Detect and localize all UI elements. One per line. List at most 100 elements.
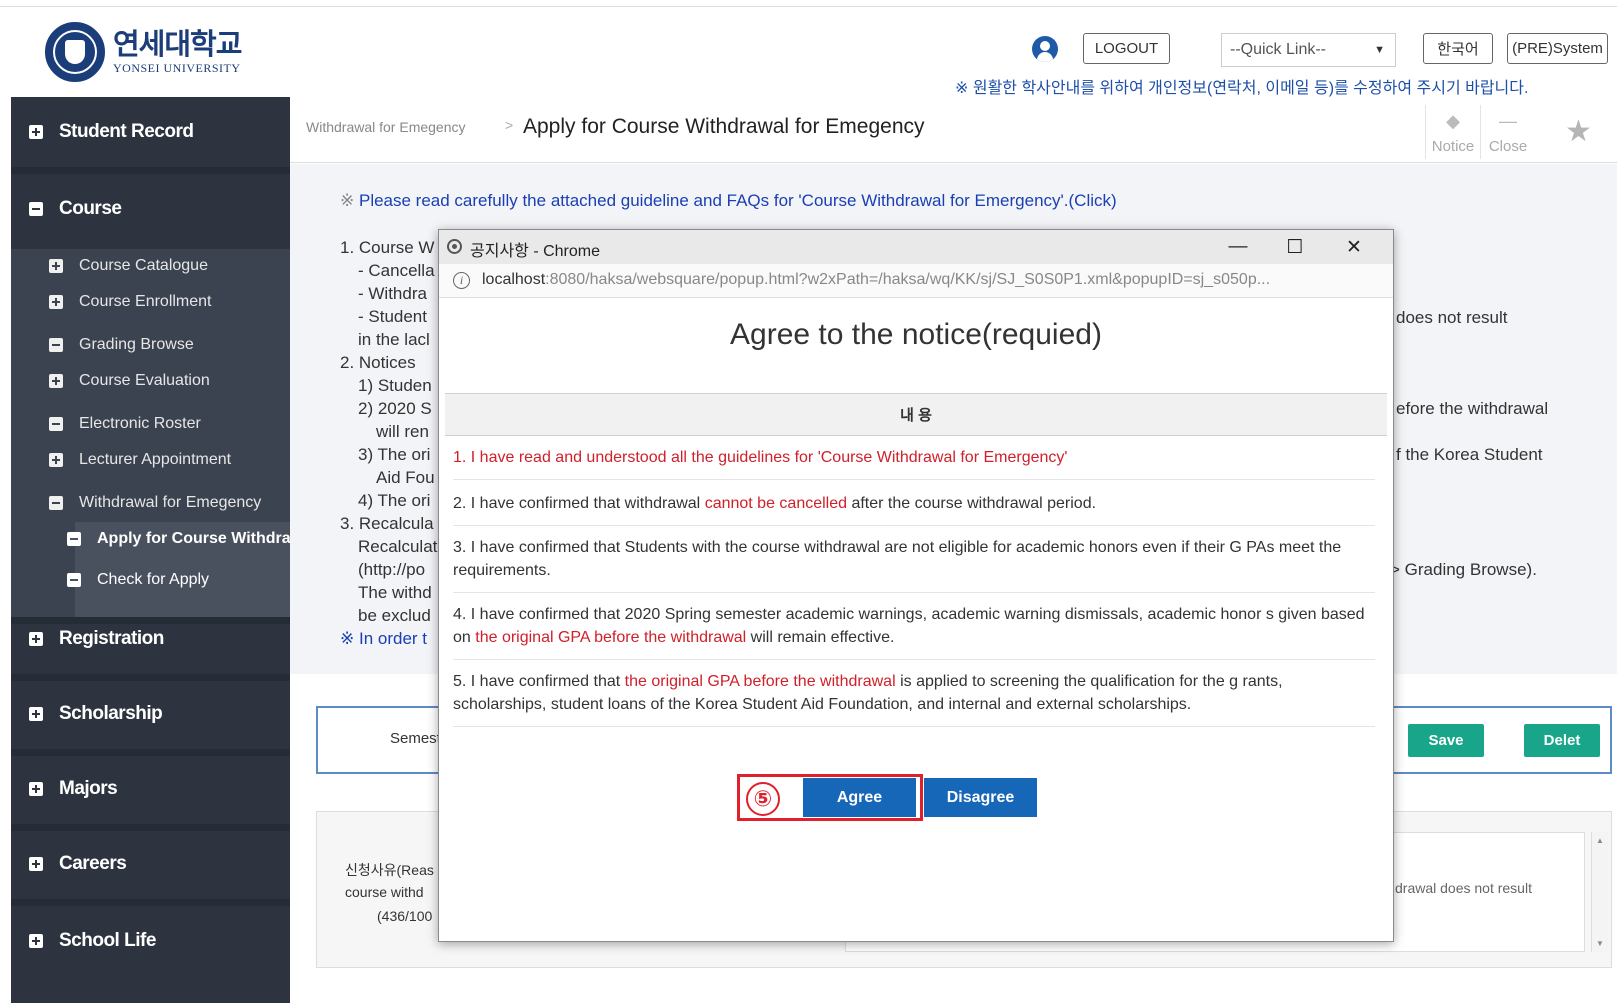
- chevron-down-icon: ▼: [1374, 44, 1385, 56]
- sidebar-item-electronic-roster[interactable]: Electronic Roster: [49, 409, 201, 439]
- close-tool-button[interactable]: — Close: [1480, 105, 1535, 159]
- popup-url-bar[interactable]: i localhost:8080/haksa/websquare/popup.h…: [439, 264, 1393, 298]
- sidebar-item-registration[interactable]: Registration: [11, 604, 290, 674]
- header-notice: ※ 원활한 학사안내를 위하여 개인정보(연락처, 이메일 등)를 수정하여 주…: [955, 80, 1529, 97]
- chrome-icon: [447, 239, 462, 254]
- sidebar-divider: [11, 167, 290, 174]
- sidebar: Student Record Course Course Catalogue C…: [11, 97, 290, 1003]
- sidebar-item-check-for-apply[interactable]: Check for Apply: [67, 565, 290, 595]
- close-tool-label: Close: [1488, 138, 1528, 155]
- popup-titlebar[interactable]: 공지사항 - Chrome — ☐ ✕: [439, 230, 1393, 264]
- university-seal-icon: [45, 22, 105, 82]
- sidebar-item-label: Majors: [59, 778, 118, 799]
- sidebar-item-label: Course: [59, 198, 122, 219]
- guideline-text: Please read carefully the attached guide…: [358, 191, 1117, 210]
- agreement-text: will remain effective.: [746, 629, 895, 646]
- collapse-icon: [49, 496, 63, 510]
- minimize-icon[interactable]: —: [1214, 232, 1262, 262]
- logo-english: YONSEI UNIVERSITY: [113, 60, 241, 75]
- agreement-item-1: 1. I have read and understood all the gu…: [453, 446, 1375, 480]
- bg-line: - Cancella: [358, 261, 435, 280]
- expand-icon: [49, 374, 63, 388]
- sidebar-item-course[interactable]: Course: [11, 174, 290, 244]
- sidebar-item-course-evaluation[interactable]: Course Evaluation: [49, 366, 210, 396]
- bg-line: in the lacl: [358, 330, 430, 349]
- sidebar-item-course-catalogue[interactable]: Course Catalogue: [49, 251, 208, 281]
- sidebar-item-label: Course Enrollment: [79, 293, 212, 310]
- bg-line: The withd: [358, 583, 432, 602]
- favorite-star-icon[interactable]: ★: [1565, 114, 1592, 149]
- minus-icon: —: [1499, 111, 1517, 131]
- agreement-highlight: the original GPA before the withdrawal: [624, 673, 896, 690]
- bg-line: 4) The ori: [358, 491, 431, 510]
- disagree-button[interactable]: Disagree: [924, 778, 1037, 817]
- sidebar-item-apply-withdrawal[interactable]: Apply for Course Withdrawal: [67, 524, 290, 554]
- sidebar-item-careers[interactable]: Careers: [11, 829, 290, 899]
- quick-link-select[interactable]: --Quick Link-- ▼: [1221, 33, 1396, 67]
- collapse-icon: [49, 338, 63, 352]
- reason-scrollbar[interactable]: ▲ ▼: [1591, 832, 1608, 952]
- expand-icon: [29, 125, 43, 139]
- collapse-icon: [67, 532, 81, 546]
- sidebar-item-school-life[interactable]: School Life: [11, 906, 290, 976]
- sidebar-item-grading-browse[interactable]: Grading Browse: [49, 330, 194, 360]
- guideline-link[interactable]: ※ Please read carefully the attached gui…: [340, 191, 1117, 211]
- close-icon[interactable]: ✕: [1330, 232, 1378, 262]
- sidebar-item-label: Lecturer Appointment: [79, 451, 232, 468]
- megaphone-icon: ◆: [1446, 111, 1460, 131]
- collapse-icon: [49, 417, 63, 431]
- page: 연세대학교 YONSEI UNIVERSITY LOGOUT --Quick L…: [0, 0, 1617, 1003]
- agreement-text: 5. I have confirmed that: [453, 673, 625, 690]
- breadcrumb-parent[interactable]: Withdrawal for Emegency: [306, 119, 466, 135]
- sidebar-item-label: Registration: [59, 628, 164, 649]
- page-title: Apply for Course Withdrawal for Emegency: [523, 115, 925, 138]
- agreement-item-2: 2. I have confirmed that withdrawal cann…: [453, 492, 1375, 526]
- sidebar-item-label: Scholarship: [59, 703, 163, 724]
- sidebar-item-course-enrollment[interactable]: Course Enrollment: [49, 287, 212, 317]
- logout-button[interactable]: LOGOUT: [1083, 33, 1170, 64]
- expand-icon: [49, 259, 63, 273]
- reason-label: course withd: [345, 884, 424, 900]
- save-button[interactable]: Save: [1408, 724, 1484, 757]
- sidebar-item-majors[interactable]: Majors: [11, 754, 290, 824]
- expand-icon: [29, 782, 43, 796]
- top-divider: [0, 6, 1617, 7]
- bg-line: Aid Fou: [376, 468, 435, 487]
- sidebar-item-withdrawal-for-emegency[interactable]: Withdrawal for Emegency: [49, 488, 261, 518]
- bg-note-link[interactable]: ※ In order t: [340, 629, 427, 649]
- note-mark: ※: [340, 191, 355, 210]
- maximize-icon[interactable]: ☐: [1271, 232, 1319, 262]
- language-button[interactable]: 한국어: [1423, 33, 1493, 64]
- agree-button[interactable]: Agree: [803, 778, 916, 817]
- scroll-up-icon[interactable]: ▲: [1596, 836, 1604, 845]
- agreement-highlight: the original GPA before the withdrawal: [475, 629, 747, 646]
- yonsei-logo[interactable]: 연세대학교 YONSEI UNIVERSITY: [45, 22, 242, 82]
- sidebar-item-scholarship[interactable]: Scholarship: [11, 679, 290, 749]
- step-badge: ⑤: [746, 782, 780, 816]
- agreement-item-3: 3. I have confirmed that Students with t…: [453, 536, 1375, 593]
- info-icon[interactable]: i: [453, 272, 470, 289]
- popup-window-title: 공지사항 - Chrome: [470, 243, 601, 260]
- expand-icon: [49, 295, 63, 309]
- sidebar-item-label: Apply for Course Withdrawal: [97, 530, 290, 547]
- sidebar-item-label: Withdrawal for Emegency: [79, 494, 262, 511]
- user-icon[interactable]: [1032, 36, 1058, 62]
- system-button[interactable]: (PRE)System: [1507, 33, 1608, 64]
- scroll-down-icon[interactable]: ▼: [1596, 939, 1604, 948]
- sidebar-item-label: Careers: [59, 853, 127, 874]
- breadcrumb-separator-icon: >: [505, 117, 514, 133]
- sidebar-item-lecturer-appointment[interactable]: Lecturer Appointment: [49, 445, 231, 475]
- bg-line: 1) Studen: [358, 376, 432, 395]
- notice-tool-button[interactable]: ◆ Notice: [1425, 105, 1480, 159]
- agreement-highlight: cannot be cancelled: [704, 495, 848, 512]
- delete-button[interactable]: Delet: [1524, 724, 1600, 757]
- sidebar-item-student-record[interactable]: Student Record: [11, 97, 290, 167]
- sidebar-item-label: School Life: [59, 930, 156, 951]
- reason-text-value: drawal does not result: [1395, 880, 1532, 896]
- bg-right-text: f the Korea Student: [1396, 445, 1543, 464]
- collapse-icon: [67, 573, 81, 587]
- sidebar-divider: [11, 899, 290, 906]
- sidebar-item-label: Student Record: [59, 121, 194, 142]
- bg-right-text: does not result: [1396, 308, 1508, 327]
- bg-line: Recalculat: [358, 537, 438, 556]
